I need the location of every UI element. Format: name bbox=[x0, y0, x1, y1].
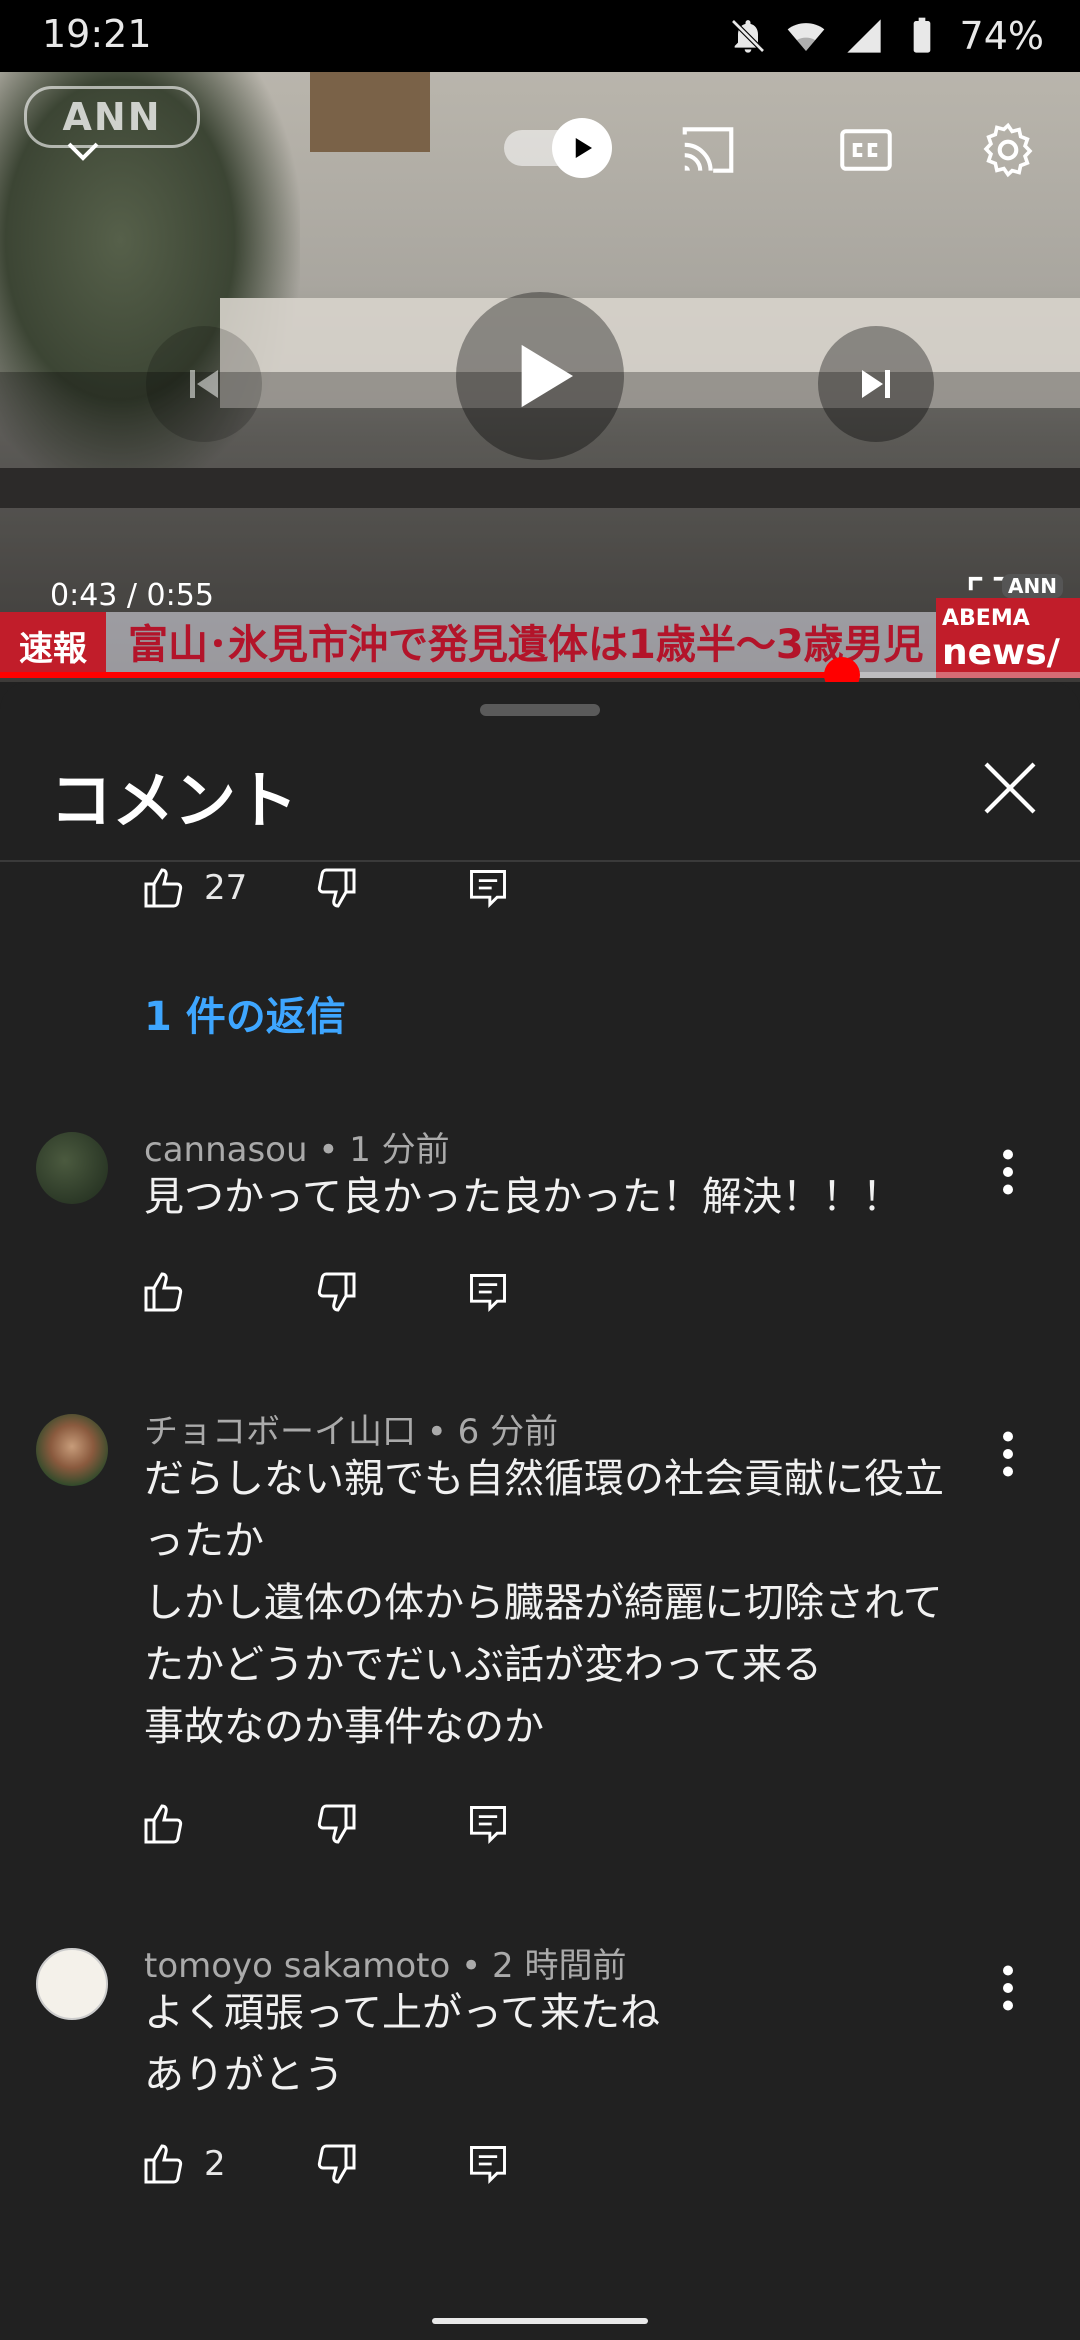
comment-time: 1 分前 bbox=[349, 1130, 450, 1170]
view-replies-link[interactable]: 1 件の返信 bbox=[144, 984, 346, 1042]
reply-button[interactable] bbox=[466, 860, 510, 916]
more-vert-icon bbox=[1003, 1965, 1013, 2011]
bell-off-icon bbox=[730, 19, 765, 53]
thumbs-down-icon bbox=[317, 1272, 356, 1312]
comment-author[interactable]: チョコボーイ山口 bbox=[144, 1412, 416, 1452]
meta-separator: • bbox=[307, 1130, 350, 1170]
comments-title: コメント bbox=[50, 764, 299, 837]
comment-time: 2 時間前 bbox=[492, 1946, 627, 1986]
thumbs-down-icon bbox=[317, 2144, 356, 2184]
battery-percent: 74% bbox=[959, 14, 1044, 58]
comment-author[interactable]: cannasou bbox=[144, 1130, 308, 1170]
settings-button[interactable] bbox=[972, 114, 1044, 186]
play-icon bbox=[521, 344, 573, 408]
captions-button[interactable] bbox=[830, 118, 902, 182]
like-button[interactable]: 2 bbox=[140, 2136, 226, 2192]
comment-time: 6 分前 bbox=[457, 1412, 559, 1452]
abema-logo-top: ABEMA bbox=[942, 606, 1030, 631]
comment-text: だらしない親でも自然循環の社会貢献に役立 ったか しかし遺体の体から臓器が綺麗に… bbox=[144, 1456, 944, 1750]
like-button[interactable] bbox=[140, 1264, 204, 1320]
chevron-down-icon bbox=[67, 142, 99, 161]
signal-icon bbox=[846, 19, 881, 53]
comment-meta: tomoyo sakamoto • 2 時間前 bbox=[144, 1938, 626, 1987]
autoplay-toggle[interactable] bbox=[552, 118, 612, 178]
wifi-icon bbox=[787, 23, 824, 51]
reply-icon bbox=[470, 1806, 506, 1845]
avatar[interactable] bbox=[36, 1948, 108, 2020]
abema-news-logo: ANN ABEMA news/ bbox=[936, 574, 1080, 678]
comment-menu-button[interactable] bbox=[990, 1142, 1026, 1202]
comment-actions bbox=[140, 1796, 740, 1852]
next-icon bbox=[862, 370, 890, 398]
comment-text: 見つかって良かった良かった！解決！！！ bbox=[144, 1174, 902, 1220]
like-count: 27 bbox=[204, 868, 248, 908]
reply-icon bbox=[470, 1274, 506, 1313]
comment-author[interactable]: tomoyo sakamoto bbox=[144, 1946, 450, 1986]
drag-handle[interactable] bbox=[480, 704, 600, 716]
thumbs-up-icon bbox=[144, 868, 183, 908]
like-button[interactable]: 27 bbox=[140, 860, 247, 916]
reply-icon bbox=[470, 2146, 506, 2185]
more-vert-icon bbox=[1003, 1149, 1013, 1195]
play-button[interactable] bbox=[456, 292, 624, 460]
comment-menu-button[interactable] bbox=[990, 1958, 1026, 2018]
home-indicator[interactable] bbox=[432, 2318, 648, 2324]
reply-icon bbox=[470, 870, 506, 909]
dislike-button[interactable] bbox=[312, 1264, 360, 1320]
dislike-button[interactable] bbox=[312, 860, 360, 916]
comment-text: よく頑張って上がって来たね ありがとう bbox=[144, 1990, 660, 2098]
status-bar: 19:21 74% bbox=[0, 0, 1080, 72]
autoplay-play-icon bbox=[575, 138, 592, 158]
meta-separator: • bbox=[416, 1412, 458, 1452]
video-frame-window bbox=[310, 72, 430, 152]
meta-separator: • bbox=[450, 1946, 492, 1986]
progress-bar-fill bbox=[0, 672, 842, 678]
close-button[interactable] bbox=[974, 752, 1046, 824]
comment-meta: チョコボーイ山口 • 6 分前 bbox=[144, 1404, 558, 1453]
captions-icon bbox=[840, 129, 892, 171]
time-readout: 0:43 / 0:55 bbox=[50, 578, 214, 613]
avatar[interactable] bbox=[36, 1132, 108, 1204]
like-button[interactable] bbox=[140, 1796, 204, 1852]
comments-panel: コメント 27 1 件の返信 cannasou • 1 分前 見つかって良かった… bbox=[0, 682, 1080, 2340]
cast-icon bbox=[682, 127, 734, 173]
battery-icon bbox=[913, 17, 930, 53]
dislike-button[interactable] bbox=[312, 1796, 360, 1852]
comment-menu-button[interactable] bbox=[990, 1424, 1026, 1484]
reply-button[interactable] bbox=[466, 1264, 510, 1320]
abema-logo-bottom: news/ bbox=[942, 632, 1060, 673]
reply-button[interactable] bbox=[466, 2136, 510, 2192]
minimize-button[interactable] bbox=[48, 124, 118, 180]
avatar[interactable] bbox=[36, 1414, 108, 1486]
breaking-tag: 速報 bbox=[0, 612, 106, 678]
next-button[interactable] bbox=[818, 326, 934, 442]
previous-button[interactable] bbox=[146, 326, 262, 442]
settings-icon bbox=[983, 122, 1033, 178]
video-player[interactable]: ANN 0:43 / 0:55 速報 富山･氷見市沖で発見遺体は1歳半～3歳男児… bbox=[0, 72, 1080, 682]
ticker-headline: 富山･氷見市沖で発見遺体は1歳半～3歳男児 bbox=[128, 622, 924, 668]
close-icon bbox=[984, 762, 1036, 814]
thumbs-up-icon bbox=[144, 2144, 183, 2184]
previous-icon bbox=[190, 370, 218, 398]
partial-comment-actions: 27 bbox=[140, 860, 740, 916]
status-icons: 74% bbox=[728, 12, 1044, 60]
corner-small-logo: ANN bbox=[1002, 574, 1063, 598]
comment-actions bbox=[140, 1264, 740, 1320]
thumbs-down-icon bbox=[317, 1804, 356, 1844]
thumbs-up-icon bbox=[144, 1804, 183, 1844]
status-time: 19:21 bbox=[42, 12, 152, 56]
like-count: 2 bbox=[204, 2144, 226, 2184]
dislike-button[interactable] bbox=[312, 2136, 360, 2192]
thumbs-down-icon bbox=[317, 868, 356, 908]
comment-actions: 2 bbox=[140, 2136, 740, 2192]
cast-button[interactable] bbox=[672, 118, 744, 182]
comment-meta: cannasou • 1 分前 bbox=[144, 1122, 450, 1171]
reply-button[interactable] bbox=[466, 1796, 510, 1852]
more-vert-icon bbox=[1003, 1431, 1013, 1477]
thumbs-up-icon bbox=[144, 1272, 183, 1312]
